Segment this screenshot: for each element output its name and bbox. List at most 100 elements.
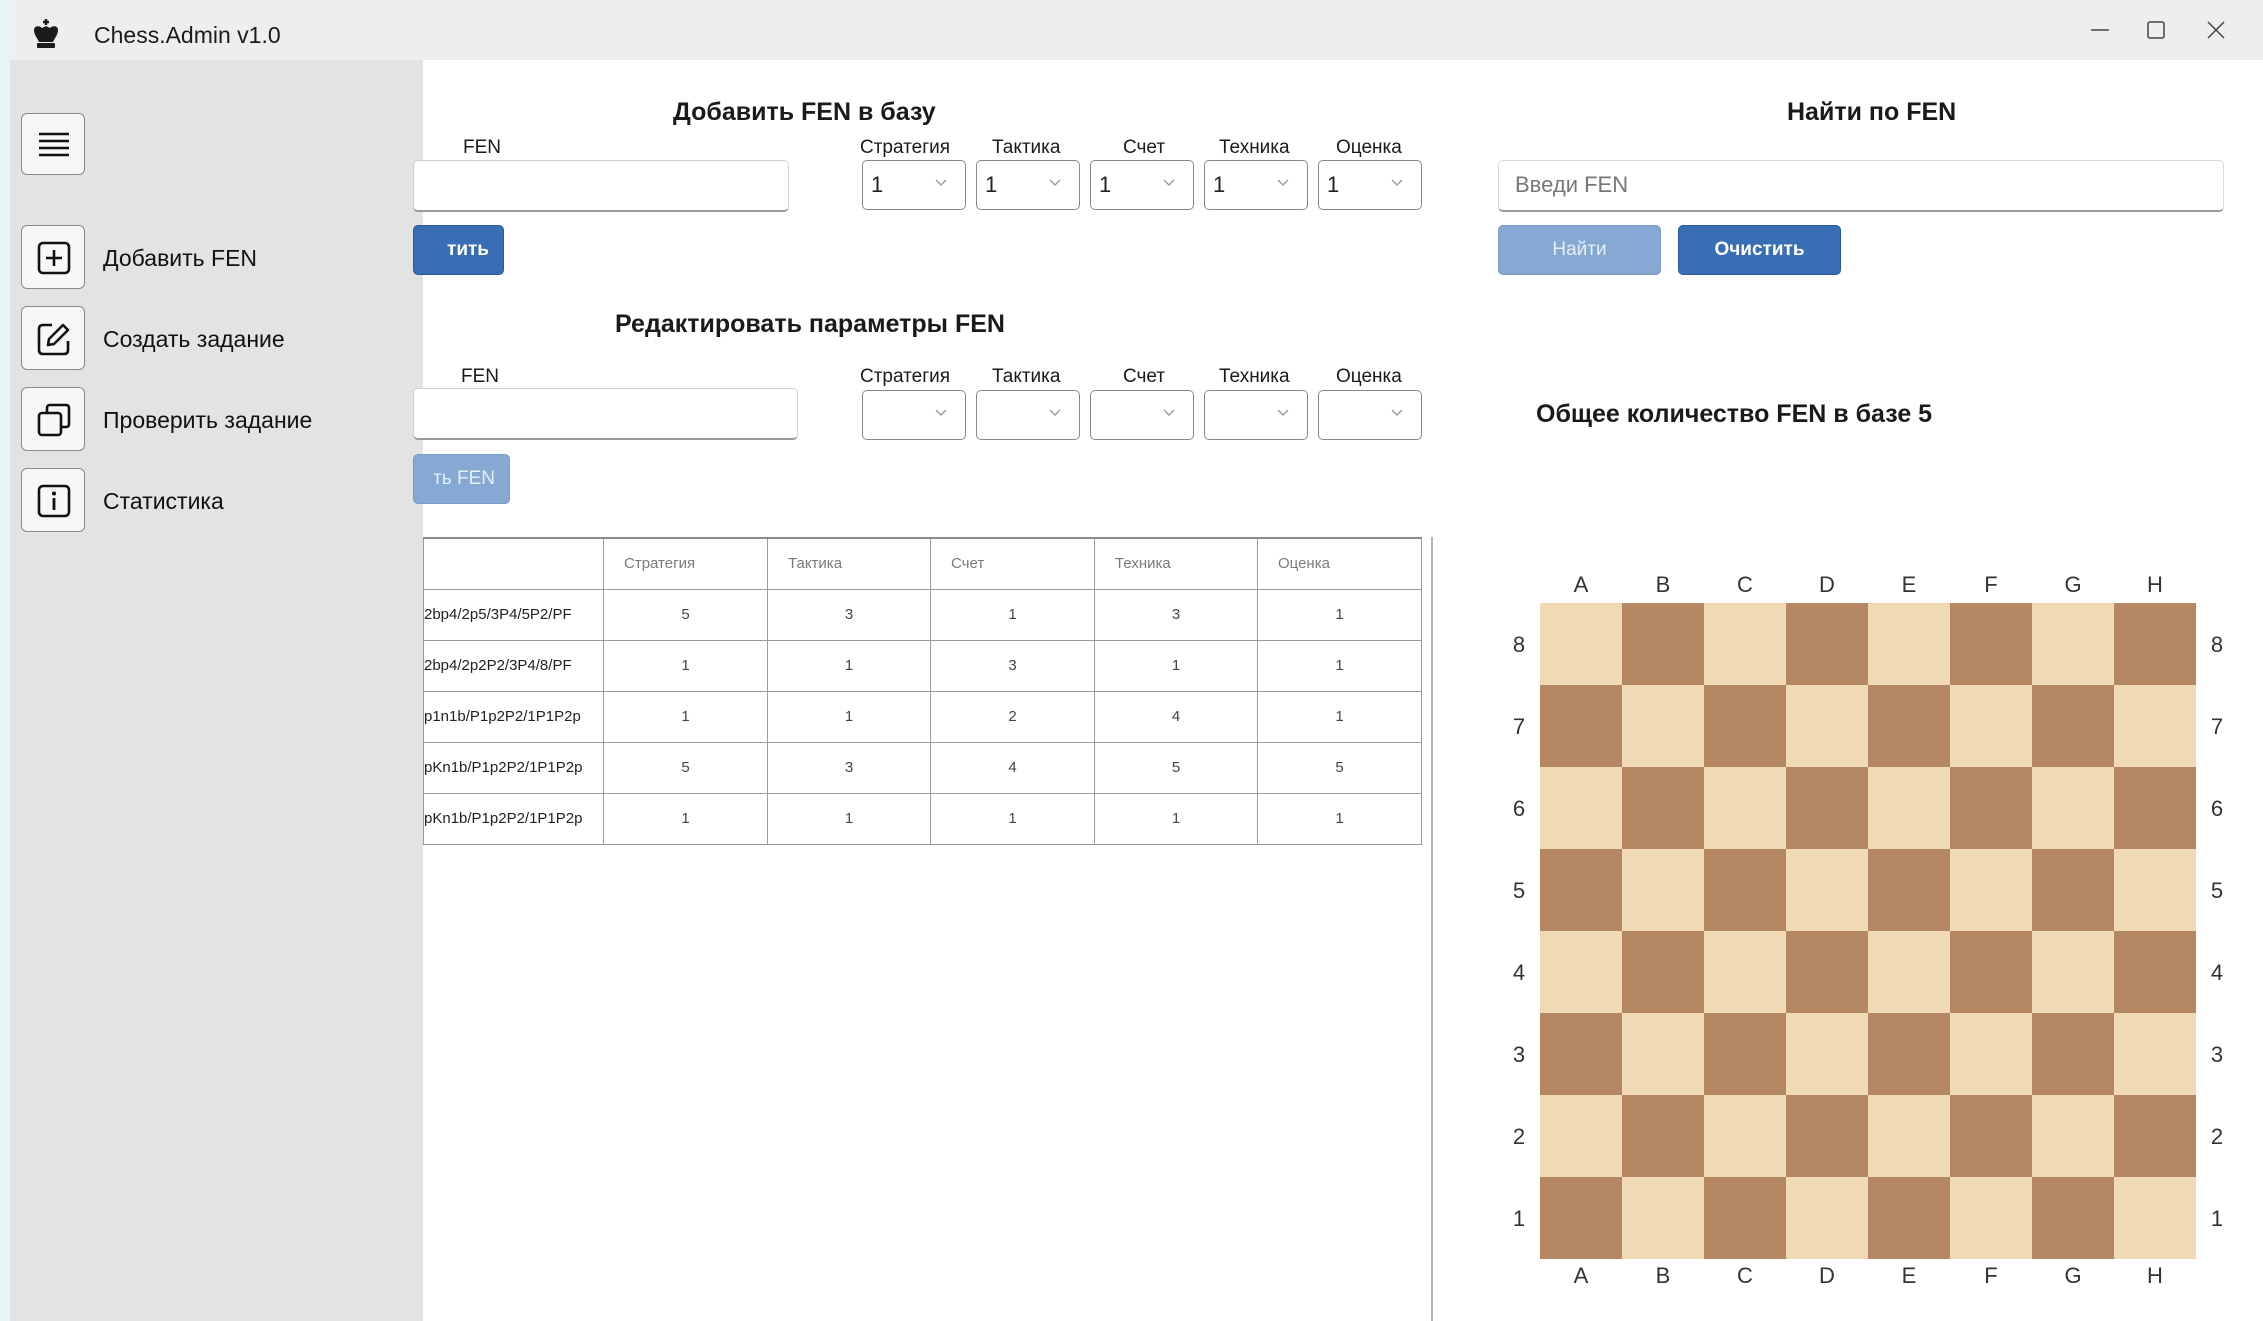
board-square-g4[interactable]	[2032, 931, 2114, 1013]
edit-tactics-select[interactable]	[976, 390, 1080, 440]
board-square-h3[interactable]	[2114, 1013, 2196, 1095]
sidebar-item-statistics[interactable]: Статистика	[21, 468, 401, 534]
board-square-h5[interactable]	[2114, 849, 2196, 931]
board-square-c8[interactable]	[1704, 603, 1786, 685]
column-header[interactable]: Тактика	[767, 537, 931, 590]
minimize-button[interactable]	[2070, 10, 2130, 50]
table-row[interactable]: 2bp4/2p5/3P4/5P2/PF 5 3 1 3 1	[423, 588, 1422, 641]
board-square-c6[interactable]	[1704, 767, 1786, 849]
add-score-select[interactable]: 1	[1090, 160, 1194, 210]
board-square-c2[interactable]	[1704, 1095, 1786, 1177]
column-header[interactable]: Стратегия	[603, 537, 768, 590]
board-square-g6[interactable]	[2032, 767, 2114, 849]
board-square-f7[interactable]	[1950, 685, 2032, 767]
board-square-e3[interactable]	[1868, 1013, 1950, 1095]
search-input[interactable]	[1513, 161, 2197, 209]
board-square-h1[interactable]	[2114, 1177, 2196, 1259]
sidebar-item-add-fen[interactable]: Добавить FEN	[21, 225, 401, 291]
board-square-g2[interactable]	[2032, 1095, 2114, 1177]
board-square-d4[interactable]	[1786, 931, 1868, 1013]
board-square-b7[interactable]	[1622, 685, 1704, 767]
add-fen-input[interactable]	[413, 160, 789, 212]
column-header[interactable]: Оценка	[1257, 537, 1422, 590]
column-header[interactable]: Техника	[1094, 537, 1258, 590]
board-square-c4[interactable]	[1704, 931, 1786, 1013]
board-square-e8[interactable]	[1868, 603, 1950, 685]
board-square-h4[interactable]	[2114, 931, 2196, 1013]
add-tactics-select[interactable]: 1	[976, 160, 1080, 210]
add-strategy-select[interactable]: 1	[862, 160, 966, 210]
find-button[interactable]: Найти	[1498, 225, 1661, 275]
board-square-f4[interactable]	[1950, 931, 2032, 1013]
board-square-e2[interactable]	[1868, 1095, 1950, 1177]
board-square-f5[interactable]	[1950, 849, 2032, 931]
board-square-g5[interactable]	[2032, 849, 2114, 931]
board-square-d1[interactable]	[1786, 1177, 1868, 1259]
board-square-f3[interactable]	[1950, 1013, 2032, 1095]
board-square-d5[interactable]	[1786, 849, 1868, 931]
board-square-b1[interactable]	[1622, 1177, 1704, 1259]
menu-toggle-button[interactable]	[21, 113, 85, 175]
board-square-e1[interactable]	[1868, 1177, 1950, 1259]
board-square-g8[interactable]	[2032, 603, 2114, 685]
table-row[interactable]: pKn1b/P1p2P2/1P1P2p 5 3 4 5 5	[423, 741, 1422, 794]
edit-score-select[interactable]	[1090, 390, 1194, 440]
board-square-c3[interactable]	[1704, 1013, 1786, 1095]
board-square-e6[interactable]	[1868, 767, 1950, 849]
board-square-e5[interactable]	[1868, 849, 1950, 931]
board-square-a2[interactable]	[1540, 1095, 1622, 1177]
board-square-c7[interactable]	[1704, 685, 1786, 767]
board-square-b3[interactable]	[1622, 1013, 1704, 1095]
board-square-b6[interactable]	[1622, 767, 1704, 849]
board-square-d2[interactable]	[1786, 1095, 1868, 1177]
board-square-c5[interactable]	[1704, 849, 1786, 931]
add-fen-button[interactable]: тить	[413, 225, 504, 275]
edit-rating-select[interactable]	[1318, 390, 1422, 440]
board-square-b2[interactable]	[1622, 1095, 1704, 1177]
board-square-a3[interactable]	[1540, 1013, 1622, 1095]
maximize-button[interactable]	[2126, 10, 2186, 50]
column-header[interactable]	[423, 537, 604, 590]
board-square-e4[interactable]	[1868, 931, 1950, 1013]
edit-strategy-select[interactable]	[862, 390, 966, 440]
close-button[interactable]	[2186, 10, 2246, 50]
column-header[interactable]: Счет	[930, 537, 1095, 590]
board-square-f1[interactable]	[1950, 1177, 2032, 1259]
clear-button[interactable]: Очистить	[1678, 225, 1841, 275]
board-square-d3[interactable]	[1786, 1013, 1868, 1095]
edit-fen-input[interactable]	[413, 388, 798, 440]
board-square-h8[interactable]	[2114, 603, 2196, 685]
board-square-d6[interactable]	[1786, 767, 1868, 849]
table-row[interactable]: p1n1b/P1p2P2/1P1P2p 1 1 2 4 1	[423, 690, 1422, 743]
board-square-h2[interactable]	[2114, 1095, 2196, 1177]
board-square-g3[interactable]	[2032, 1013, 2114, 1095]
board-square-f2[interactable]	[1950, 1095, 2032, 1177]
board-square-f6[interactable]	[1950, 767, 2032, 849]
board-square-f8[interactable]	[1950, 603, 2032, 685]
board-square-b5[interactable]	[1622, 849, 1704, 931]
board-square-a4[interactable]	[1540, 931, 1622, 1013]
edit-technique-select[interactable]	[1204, 390, 1308, 440]
board-square-b4[interactable]	[1622, 931, 1704, 1013]
board-square-a7[interactable]	[1540, 685, 1622, 767]
board-square-a6[interactable]	[1540, 767, 1622, 849]
board-square-g7[interactable]	[2032, 685, 2114, 767]
sidebar-item-create-task[interactable]: Создать задание	[21, 306, 401, 372]
board-square-a8[interactable]	[1540, 603, 1622, 685]
table-row[interactable]: pKn1b/P1p2P2/1P1P2p 1 1 1 1 1	[423, 792, 1422, 845]
board-square-g1[interactable]	[2032, 1177, 2114, 1259]
board-square-e7[interactable]	[1868, 685, 1950, 767]
board-square-d8[interactable]	[1786, 603, 1868, 685]
table-row[interactable]: 2bp4/2p2P2/3P4/8/PF 1 1 3 1 1	[423, 639, 1422, 692]
update-fen-button[interactable]: ть FEN	[413, 454, 510, 504]
search-fen-field[interactable]	[1498, 160, 2224, 212]
board-square-d7[interactable]	[1786, 685, 1868, 767]
add-technique-select[interactable]: 1	[1204, 160, 1308, 210]
board-square-h6[interactable]	[2114, 767, 2196, 849]
board-square-c1[interactable]	[1704, 1177, 1786, 1259]
add-rating-select[interactable]: 1	[1318, 160, 1422, 210]
board-square-b8[interactable]	[1622, 603, 1704, 685]
board-square-a1[interactable]	[1540, 1177, 1622, 1259]
board-square-a5[interactable]	[1540, 849, 1622, 931]
board-square-h7[interactable]	[2114, 685, 2196, 767]
